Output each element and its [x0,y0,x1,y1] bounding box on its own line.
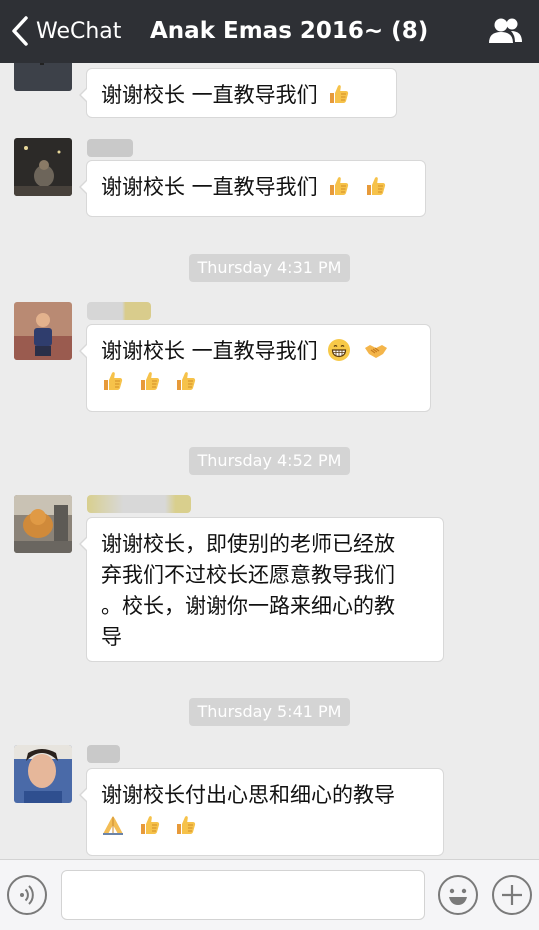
message-text: 谢谢校长付出心思和细心的教导 [101,783,395,807]
group-members-button[interactable] [487,14,523,48]
praying-hands-emoji [101,813,125,837]
more-options-button[interactable] [492,875,532,915]
thumbs-up-emoji [138,813,162,837]
back-button[interactable]: WeChat [10,14,121,48]
thumbs-up-emoji [174,369,198,393]
grin-emoji [327,338,351,362]
avatar[interactable] [14,302,72,360]
avatar[interactable] [14,63,72,91]
avatar[interactable] [14,138,72,196]
message-text-line: 谢谢校长，即使别的老师已经放 [101,532,395,556]
sender-name-blurred [87,139,133,157]
timestamp: Thursday 5:41 PM [0,698,539,726]
message-bubble[interactable]: 谢谢校长 一直教导我们 [79,68,397,118]
group-members-icon [489,18,522,43]
handshake-emoji [364,338,388,362]
message-bubble[interactable]: 谢谢校长付出心思和细心的教导 [79,768,444,856]
voice-icon [20,885,34,905]
message-text: 谢谢校长 一直教导我们 [101,339,318,363]
navigation-bar: WeChat Anak Emas 2016~ (8) [0,0,539,63]
input-bar [0,859,539,930]
avatar[interactable] [14,745,72,803]
chat-title: Anak Emas 2016~ (8) [150,18,429,44]
chat-message-list[interactable]: 谢谢校长 一直教导我们 谢谢校长 一直教导我们 Thursday 4:31 PM [0,63,539,859]
message-text: 谢谢校长 一直教导我们 [101,175,318,199]
voice-input-button[interactable] [7,875,47,915]
thumbs-up-emoji [327,174,351,198]
timestamp-label: Thursday 5:41 PM [188,698,351,726]
sender-name-blurred [87,495,191,513]
message-text-line: 弃我们不过校长还愿意教导我们 [101,563,395,587]
message-text: 谢谢校长 一直教导我们 [101,83,318,107]
avatar[interactable] [14,495,72,553]
message-text-line: 导 [101,625,122,649]
timestamp-label: Thursday 4:31 PM [188,254,351,282]
message-bubble[interactable]: 谢谢校长 一直教导我们 [79,324,431,412]
thumbs-up-emoji [138,369,162,393]
chevron-left-icon [12,16,28,46]
message-bubble[interactable]: 谢谢校长 一直教导我们 [79,160,426,217]
plus-icon [502,885,522,905]
emoji-button[interactable] [438,875,478,915]
timestamp-label: Thursday 4:52 PM [188,447,351,475]
timestamp: Thursday 4:31 PM [0,254,539,282]
sticker-icon [449,888,467,905]
thumbs-up-emoji [364,174,388,198]
sender-name-blurred [87,745,120,763]
thumbs-up-emoji [327,82,351,106]
sender-name-blurred [87,302,151,320]
message-input[interactable] [61,870,425,920]
back-label: WeChat [36,18,122,44]
timestamp: Thursday 4:52 PM [0,447,539,475]
thumbs-up-emoji [101,369,125,393]
thumbs-up-emoji [174,813,198,837]
message-text-line: 。校长，谢谢你一路来细心的教 [101,594,395,618]
message-bubble[interactable]: 谢谢校长，即使别的老师已经放 弃我们不过校长还愿意教导我们 。校长，谢谢你一路来… [79,517,444,662]
